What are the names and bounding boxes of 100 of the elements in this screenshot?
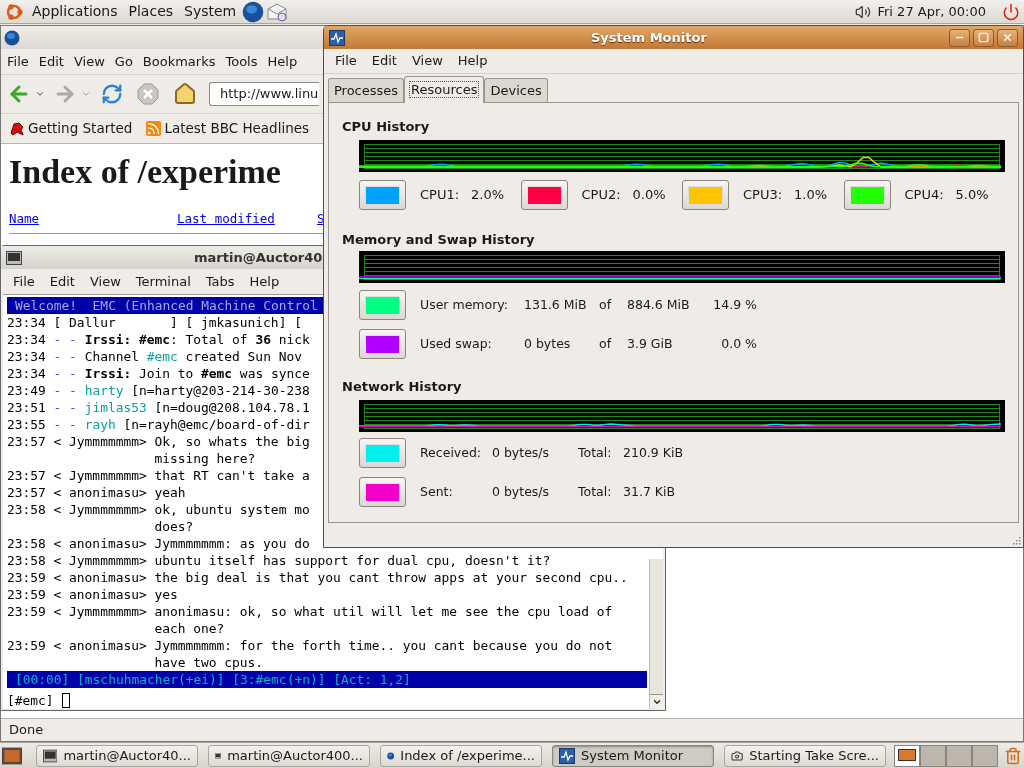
menu-item[interactable]: Help [457,51,488,71]
cpu-label: CPU3: [743,186,784,205]
task-button[interactable]: Index of /experime... [380,744,542,767]
mail-icon[interactable] [266,1,289,22]
menu-item[interactable]: View [411,51,443,71]
stop-icon[interactable] [137,83,159,105]
speaker-icon[interactable] [855,3,872,20]
network-rate: 0 bytes/s [492,444,550,460]
column-link[interactable]: Last modified [177,211,275,226]
menu-item[interactable]: Edit [49,271,75,292]
menu-item[interactable]: File [335,51,357,71]
pulse-graph-icon [559,747,575,764]
pulse-graph-icon [329,29,345,46]
of-text: of [599,296,612,312]
memory-percent: 14.9 % [713,295,757,314]
chat-line: 23:59 < anonimasu> the big deal is that you cant throw apps at your second cpu.. [7,569,628,586]
menu-item[interactable]: Help [249,271,280,292]
network-total: 210.9 KiB [623,443,683,462]
network-label: Received: [420,444,482,460]
reload-icon[interactable] [101,83,123,105]
chat-line: 23:57 < anonimasu> yeah [7,484,186,501]
memory-label: User memory: [420,295,509,314]
caret-icon[interactable] [35,89,45,99]
cpu-label: CPU4: [904,186,945,205]
globe-icon [242,0,265,23]
power-icon[interactable] [1002,2,1020,21]
menu-item[interactable]: Edit [371,51,397,71]
chat-line: 23:57 < Jymmmmmmm> Ok, so whats the big [7,433,310,450]
terminal-icon [6,250,22,265]
panel-menu[interactable]: Applications [32,1,118,22]
menu-item[interactable]: File [7,51,29,72]
cursor [61,693,70,708]
chat-line-continuation: does? [154,518,194,535]
welcome-bar: Welcome! EMC (Enhanced Machine Control [7,297,323,314]
color-button[interactable] [359,438,406,468]
memory-percent: 0.0 % [721,334,757,353]
bookmark-link[interactable]: Latest BBC Headlines [164,118,310,139]
section-heading: Memory and Swap History [342,231,535,248]
chat-line: 23:58 < Jymmmmmmm> ok, ubuntu system mo [7,501,310,518]
maximize-icon [978,32,989,43]
task-button[interactable]: System Monitor [552,744,714,767]
task-button[interactable]: Starting Take Scre... [724,744,886,767]
color-button[interactable] [359,180,406,210]
task-button[interactable]: martin@Auctor400... [208,744,370,767]
address-field[interactable]: http://www.linu [209,82,319,106]
trash-icon[interactable] [1004,746,1022,765]
network-total: 31.7 KiB [623,482,676,501]
tab[interactable]: Devices [484,78,548,102]
chat-line: 23:34 - - Irssi: Join to #emc was synce [7,365,310,382]
color-button[interactable] [359,477,406,507]
caret-icon[interactable] [81,89,91,99]
menu-item[interactable]: Help [267,51,298,72]
workspace-button[interactable] [894,744,920,767]
close-icon [1002,32,1013,43]
section-heading: Network History [342,378,462,395]
menu-item[interactable]: Tabs [205,271,235,292]
chat-line: 23:55 - - rayh [n=rayh@emc/board-of-dir [7,416,310,433]
memory-label: Used swap: [420,334,493,353]
menu-item[interactable]: File [13,271,35,292]
window-title: martin@Auctor40 [194,248,323,267]
color-button[interactable] [359,329,406,359]
globe-icon [4,29,20,46]
column-link[interactable]: Name [9,211,40,226]
menu-item[interactable]: Edit [38,51,64,72]
home-icon[interactable] [173,82,197,106]
close-button[interactable] [997,28,1018,47]
menu-item[interactable]: Tools [225,51,258,72]
show-desktop-icon[interactable] [2,745,22,766]
chat-line: 23:34 - - Irssi: #emc: Total of 36 nick [7,331,310,348]
clock[interactable]: Fri 27 Apr, 00:00 [877,1,986,22]
panel-menu[interactable]: Places [128,1,174,22]
menu-item[interactable]: Bookmarks [142,51,216,72]
cpu-value: 2.0% [471,186,505,205]
color-button[interactable] [520,180,568,210]
network-rate: 0 bytes/s [492,483,550,499]
maximize-button[interactable] [973,28,994,47]
menu-item[interactable]: Go [114,51,133,72]
scroll-down-icon[interactable] [651,697,662,707]
bookmark-link[interactable]: Getting Started [28,118,133,139]
memory-total: 3.9 GiB [627,335,673,351]
page-heading: Index of /experime [9,152,281,192]
cpu-value: 0.0% [632,186,666,205]
column-link[interactable]: S [317,211,325,226]
resize-grip-icon[interactable] [1011,535,1021,545]
bookmark-icon [9,120,25,137]
menu-item[interactable]: Terminal [135,271,191,292]
minimize-button[interactable] [949,28,970,47]
cpu-label: CPU1: [420,186,461,205]
tab[interactable]: Processes [328,78,405,102]
color-button[interactable] [682,180,729,210]
tab[interactable]: Resources [404,76,485,103]
panel-menu[interactable]: System [184,1,237,22]
scrollbar[interactable] [649,559,663,709]
menu-item[interactable]: View [73,51,105,72]
color-button[interactable] [359,290,406,320]
menu-item[interactable]: View [89,271,121,292]
color-button[interactable] [843,180,891,210]
task-button[interactable]: martin@Auctor40... [36,744,198,767]
rss-icon [146,121,162,136]
ring-logo-icon[interactable] [4,1,24,22]
